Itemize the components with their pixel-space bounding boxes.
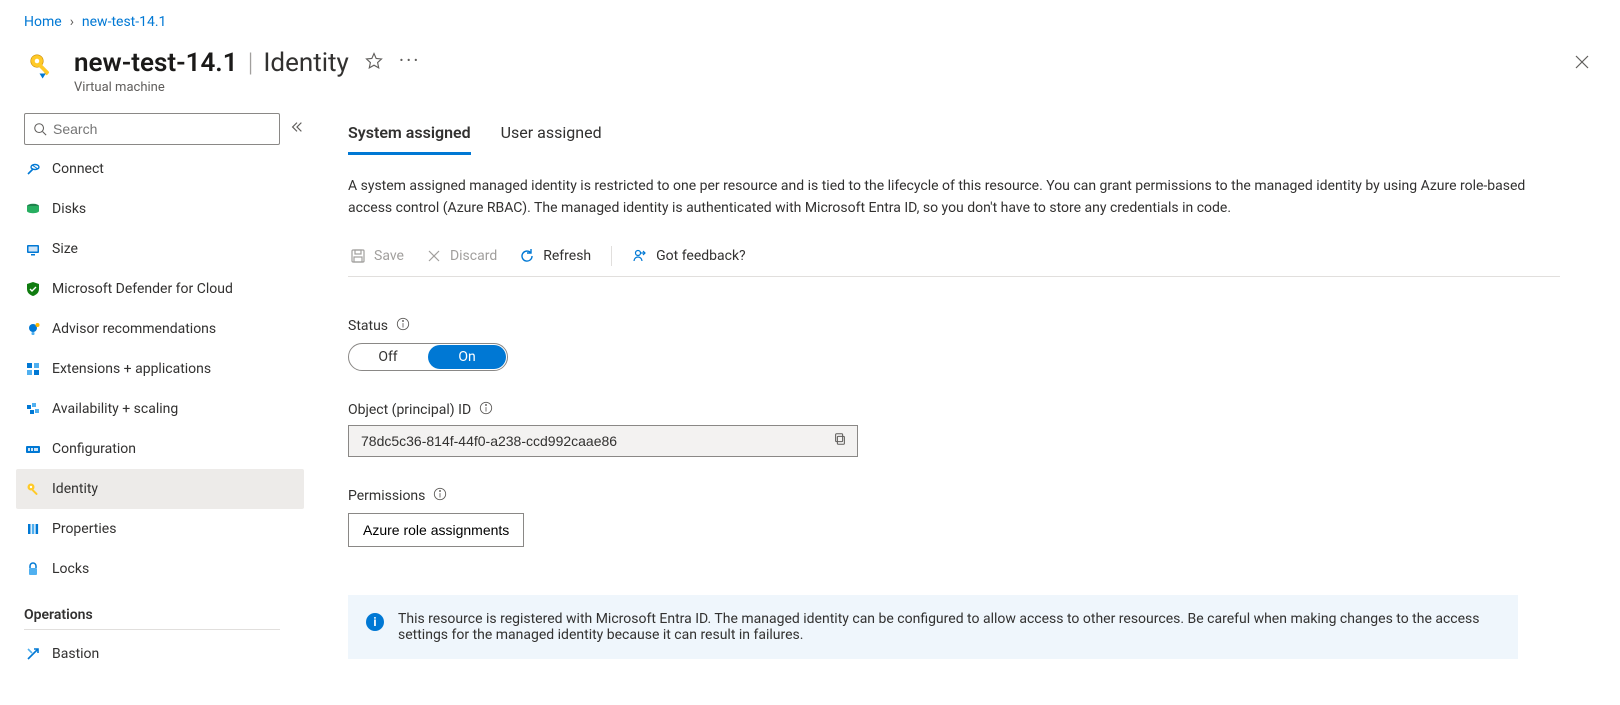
advisor-icon bbox=[24, 320, 42, 338]
sidebar-item-advisor-recommendations[interactable]: Advisor recommendations bbox=[16, 309, 304, 349]
breadcrumb-current[interactable]: new-test-14.1 bbox=[82, 14, 167, 30]
page-header: new-test-14.1 | Identity ··· Virtual mac… bbox=[0, 40, 1620, 113]
chevron-right-icon: › bbox=[70, 14, 74, 30]
save-label: Save bbox=[374, 248, 404, 264]
sidebar-search[interactable] bbox=[24, 113, 280, 145]
sidebar-item-disks[interactable]: Disks bbox=[16, 189, 304, 229]
status-label: Status bbox=[348, 318, 388, 334]
sidebar-item-availability-scaling[interactable]: Availability + scaling bbox=[16, 389, 304, 429]
sidebar-item-microsoft-defender-for-cloud[interactable]: Microsoft Defender for Cloud bbox=[16, 269, 304, 309]
permissions-label: Permissions bbox=[348, 488, 425, 504]
discard-label: Discard bbox=[450, 248, 497, 264]
save-icon bbox=[350, 248, 366, 264]
sidebar-item-label: Advisor recommendations bbox=[52, 321, 216, 337]
sidebar-item-label: Connect bbox=[52, 161, 104, 177]
refresh-icon bbox=[519, 248, 535, 264]
sidebar-item-label: Locks bbox=[52, 561, 89, 577]
sidebar-item-label: Bastion bbox=[52, 646, 99, 662]
save-button[interactable]: Save bbox=[348, 244, 406, 268]
tab-description: A system assigned managed identity is re… bbox=[348, 175, 1528, 220]
configuration-icon bbox=[24, 440, 42, 458]
sidebar-section-operations: Operations bbox=[24, 589, 280, 630]
info-badge-icon: i bbox=[366, 613, 384, 631]
breadcrumb-home[interactable]: Home bbox=[24, 14, 62, 30]
info-icon[interactable] bbox=[433, 487, 447, 505]
sidebar-item-label: Availability + scaling bbox=[52, 401, 178, 417]
status-toggle-on[interactable]: On bbox=[428, 345, 506, 369]
sidebar-item-label: Disks bbox=[52, 201, 86, 217]
sidebar: Connect Disks Size Microsoft Defender for C… bbox=[0, 113, 304, 705]
status-toggle-off[interactable]: Off bbox=[349, 344, 427, 370]
breadcrumb: Home › new-test-14.1 bbox=[0, 0, 1620, 40]
size-icon bbox=[24, 240, 42, 258]
azure-role-assignments-button[interactable]: Azure role assignments bbox=[348, 513, 524, 547]
tabs: System assigned User assigned bbox=[348, 117, 1560, 155]
connect-icon bbox=[24, 160, 42, 178]
star-icon[interactable] bbox=[365, 52, 383, 74]
locks-icon bbox=[24, 560, 42, 578]
disks-icon bbox=[24, 200, 42, 218]
bastion-icon bbox=[24, 645, 42, 663]
identity-icon bbox=[24, 480, 42, 498]
sidebar-item-label: Microsoft Defender for Cloud bbox=[52, 281, 233, 297]
sidebar-search-input[interactable] bbox=[53, 121, 271, 137]
search-icon bbox=[33, 122, 47, 136]
object-id-field bbox=[348, 425, 858, 457]
feedback-label: Got feedback? bbox=[656, 248, 746, 264]
sidebar-item-label: Configuration bbox=[52, 441, 136, 457]
sidebar-item-identity[interactable]: Identity bbox=[16, 469, 304, 509]
sidebar-item-label: Extensions + applications bbox=[52, 361, 211, 377]
extensions-icon bbox=[24, 360, 42, 378]
status-toggle[interactable]: Off On bbox=[348, 343, 508, 371]
page-section-title: Identity bbox=[263, 48, 349, 78]
info-banner-text: This resource is registered with Microso… bbox=[398, 611, 1500, 643]
main-content: System assigned User assigned A system a… bbox=[304, 113, 1620, 705]
resource-type-label: Virtual machine bbox=[74, 80, 421, 95]
more-icon[interactable]: ··· bbox=[399, 50, 421, 76]
object-id-value[interactable] bbox=[361, 433, 829, 449]
discard-icon bbox=[426, 248, 442, 264]
defender-icon bbox=[24, 280, 42, 298]
sidebar-item-bastion[interactable]: Bastion bbox=[16, 634, 304, 674]
feedback-icon bbox=[632, 248, 648, 264]
sidebar-item-label: Identity bbox=[52, 481, 98, 497]
tab-user-assigned[interactable]: User assigned bbox=[501, 117, 602, 155]
sidebar-item-configuration[interactable]: Configuration bbox=[16, 429, 304, 469]
sidebar-item-extensions-applications[interactable]: Extensions + applications bbox=[16, 349, 304, 389]
sidebar-item-connect[interactable]: Connect bbox=[16, 149, 304, 189]
key-icon bbox=[24, 48, 60, 84]
sidebar-item-properties[interactable]: Properties bbox=[16, 509, 304, 549]
availability-icon bbox=[24, 400, 42, 418]
info-banner: i This resource is registered with Micro… bbox=[348, 595, 1518, 659]
properties-icon bbox=[24, 520, 42, 538]
sidebar-item-label: Size bbox=[52, 241, 78, 257]
tab-system-assigned[interactable]: System assigned bbox=[348, 117, 471, 155]
refresh-button[interactable]: Refresh bbox=[517, 244, 593, 268]
close-icon[interactable] bbox=[1568, 48, 1596, 80]
feedback-button[interactable]: Got feedback? bbox=[630, 244, 748, 268]
info-icon[interactable] bbox=[396, 317, 410, 335]
sidebar-item-size[interactable]: Size bbox=[16, 229, 304, 269]
sidebar-item-locks[interactable]: Locks bbox=[16, 549, 304, 589]
info-icon[interactable] bbox=[479, 401, 493, 419]
action-bar: Save Discard Refresh Got feed bbox=[348, 244, 1560, 277]
sidebar-item-label: Properties bbox=[52, 521, 116, 537]
copy-icon[interactable] bbox=[829, 428, 851, 454]
refresh-label: Refresh bbox=[543, 248, 591, 264]
discard-button[interactable]: Discard bbox=[424, 244, 499, 268]
page-title: new-test-14.1 bbox=[74, 48, 238, 78]
collapse-sidebar-icon[interactable] bbox=[290, 120, 304, 138]
object-id-label: Object (principal) ID bbox=[348, 402, 471, 418]
